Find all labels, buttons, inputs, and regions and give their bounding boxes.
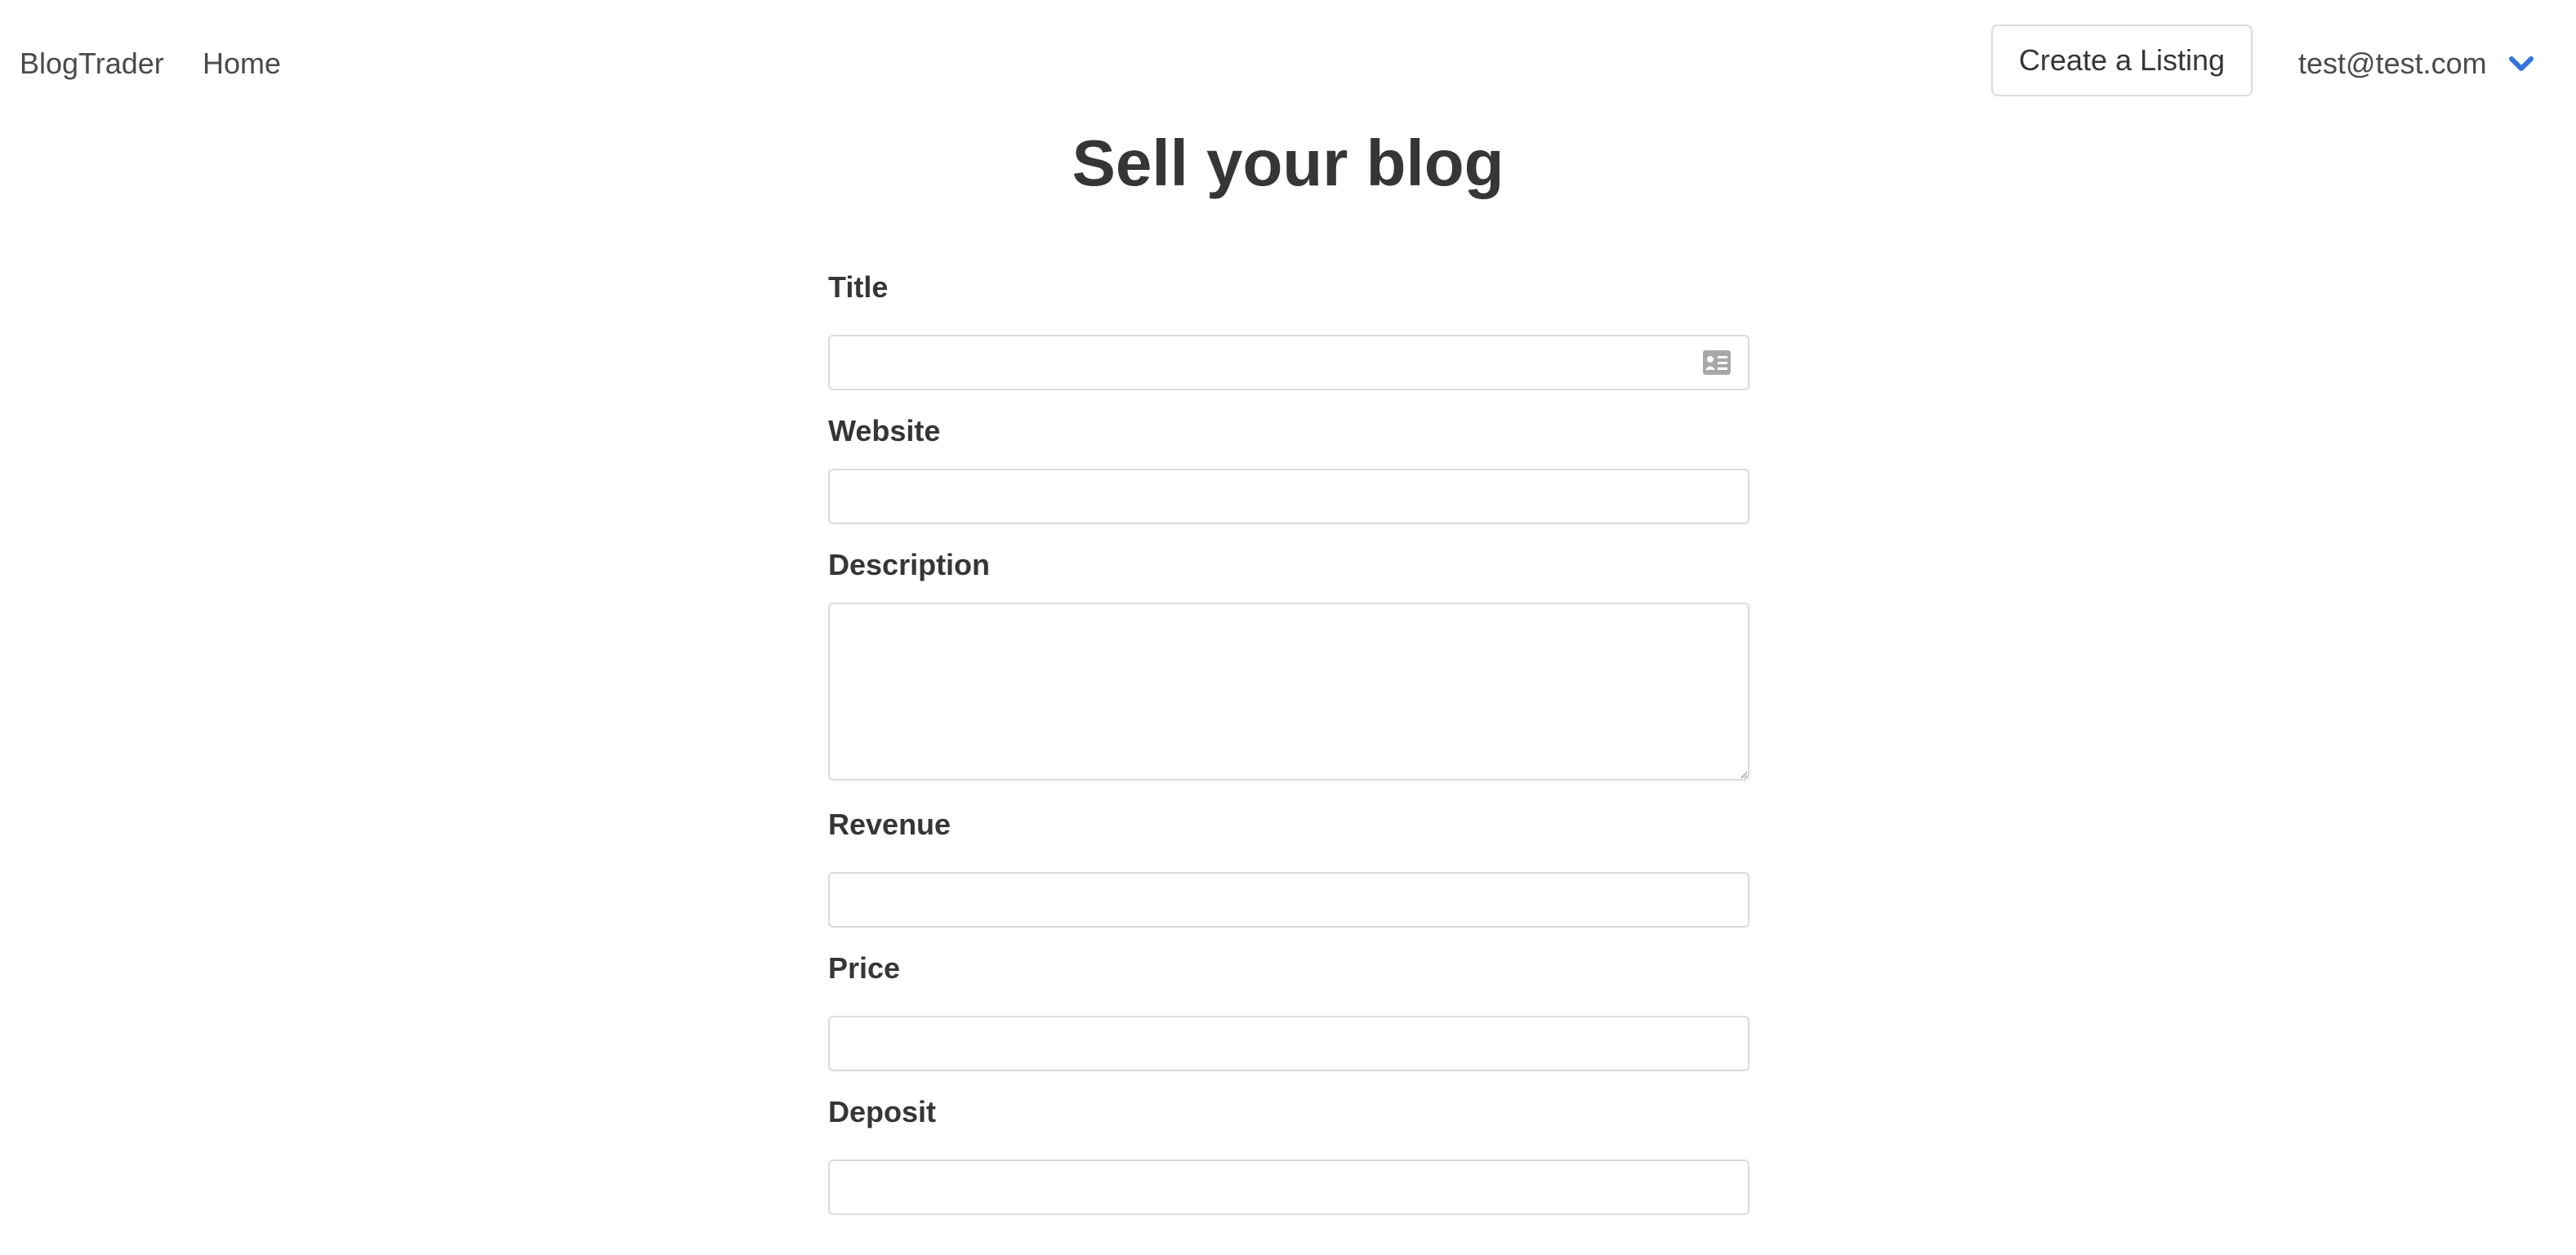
deposit-label: Deposit (828, 1095, 937, 1128)
brand-link[interactable]: BlogTrader (20, 39, 164, 88)
price-label: Price (828, 951, 901, 985)
description-label: Description (828, 548, 991, 581)
deposit-input[interactable] (828, 1159, 1749, 1215)
chevron-down-icon[interactable] (2507, 49, 2536, 78)
revenue-input[interactable] (828, 872, 1749, 928)
title-input-wrap (828, 335, 1749, 390)
user-menu[interactable]: test@test.com (2298, 39, 2536, 88)
home-link[interactable]: Home (203, 39, 281, 88)
title-label: Title (828, 270, 889, 304)
contact-card-icon[interactable] (1702, 349, 1731, 376)
title-input[interactable] (828, 335, 1749, 390)
sell-blog-form: Title Website Description Revenue Price … (828, 263, 1749, 1215)
page-title: Sell your blog (1072, 127, 1504, 199)
user-email: test@test.com (2298, 47, 2487, 80)
description-textarea[interactable] (828, 603, 1749, 781)
revenue-label: Revenue (828, 808, 952, 841)
create-listing-button[interactable]: Create a Listing (1991, 24, 2253, 96)
website-label: Website (828, 414, 941, 447)
website-input[interactable] (828, 469, 1749, 524)
price-input[interactable] (828, 1016, 1749, 1071)
navbar: BlogTrader Home Create a Listing test@te… (0, 0, 2576, 122)
